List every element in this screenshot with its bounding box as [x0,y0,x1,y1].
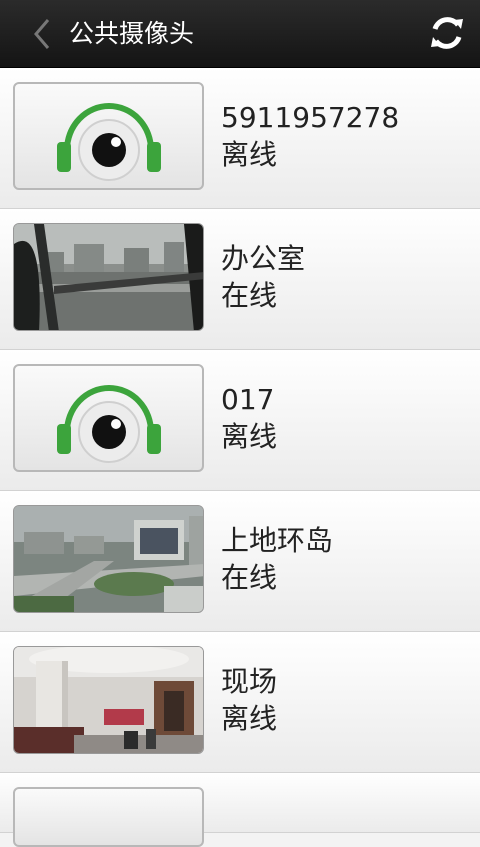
camera-row[interactable]: 上地环岛 在线 [0,491,480,632]
camera-row[interactable]: 5911957278 离线 [0,68,480,209]
page-title: 公共摄像头 [69,19,195,48]
camera-status: 离线 [221,138,278,171]
camera-name: 现场 [221,665,278,698]
refresh-icon[interactable] [428,14,466,52]
headphone-eye-icon [57,385,161,463]
camera-status: 在线 [221,279,278,312]
camera-name: 办公室 [221,242,306,275]
camera-thumbnail [13,82,204,190]
camera-status: 离线 [221,702,278,735]
office-window-view-image [14,224,203,330]
lobby-interior-view-image [14,647,203,753]
camera-name: 017 [221,383,275,416]
city-roundabout-view-image [14,506,203,612]
camera-row[interactable]: 办公室 在线 [0,209,480,350]
camera-row[interactable]: 017 离线 [0,350,480,491]
camera-thumbnail [13,223,204,331]
camera-thumbnail [13,505,204,613]
camera-row[interactable]: 现场 离线 [0,632,480,773]
camera-name: 上地环岛 [221,524,334,557]
camera-thumbnail [13,787,204,847]
camera-status: 离线 [221,420,278,453]
headphone-eye-icon [57,103,161,181]
camera-row[interactable] [0,773,480,847]
camera-name: 5911957278 [221,101,400,134]
chevron-left-icon[interactable] [28,16,58,52]
camera-thumbnail [13,364,204,472]
camera-status: 在线 [221,561,278,594]
camera-list: 5911957278 离线 办公室 在线 017 离线 上地环岛 在线 现场 离… [0,68,480,847]
camera-thumbnail [13,646,204,754]
top-bar: 公共摄像头 [0,0,480,68]
